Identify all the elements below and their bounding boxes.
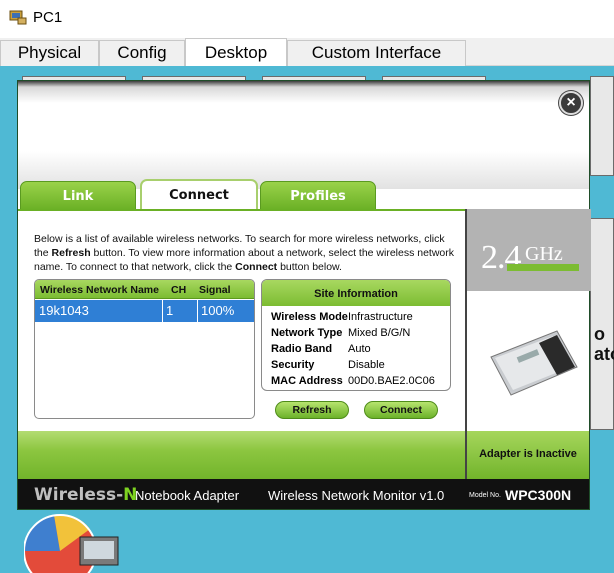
tab-connect[interactable]: Connect [140, 179, 258, 211]
lower-band [18, 431, 465, 479]
instructions-text: Below is a list of available wireless ne… [34, 233, 455, 273]
brand-logo: Wireless-N [34, 485, 138, 505]
tab-custom-interface[interactable]: Custom Interface [287, 40, 466, 66]
column-header-signal: Signal [199, 284, 231, 296]
top-tab-bar: Physical Config Desktop Custom Interface [0, 38, 614, 67]
band-unit: GHz [525, 243, 563, 265]
network-list: Wireless Network Name CH Signal 19k1043 … [34, 279, 255, 419]
band-bar [507, 264, 579, 271]
network-channel: 1 [166, 303, 174, 318]
tab-profiles[interactable]: Profiles [260, 181, 376, 211]
window-title: PC1 [33, 9, 63, 26]
refresh-word: Refresh [51, 247, 91, 259]
wireless-monitor-window: × Link Information Connect Profiles Belo… [17, 80, 591, 510]
network-row[interactable]: 19k1043 1 100% [35, 300, 254, 322]
background-window [590, 76, 614, 176]
site-information-title: Site Information [262, 280, 450, 306]
connect-button[interactable]: Connect [364, 401, 438, 419]
background-text-fragment: o [594, 324, 605, 344]
monitor-header [18, 81, 589, 189]
pc-app-icon [9, 10, 27, 25]
network-signal: 100% [201, 303, 235, 318]
product-name: Notebook Adapter [135, 488, 240, 503]
column-header-channel: CH [171, 284, 187, 296]
monitor-footer: Wireless-N Notebook Adapter Wireless Net… [18, 479, 589, 509]
app-name: Wireless Network Monitor v1.0 [268, 488, 445, 503]
desktop-app-icon[interactable] [24, 507, 124, 573]
model-label: Model No. [469, 492, 501, 499]
title-bar: PC1 [0, 0, 614, 38]
tab-desktop[interactable]: Desktop [185, 38, 287, 67]
connect-word: Connect [235, 261, 278, 273]
network-list-header: Wireless Network Name CH Signal [35, 280, 254, 299]
tab-config[interactable]: Config [99, 40, 185, 66]
site-information-panel: Site Information Wireless Mode Infrastruc… [261, 279, 451, 391]
refresh-button[interactable]: Refresh [275, 401, 349, 419]
network-name: 19k1043 [39, 303, 89, 318]
model-number: WPC300N [505, 487, 572, 503]
column-header-name: Wireless Network Name [40, 284, 159, 296]
adapter-status: Adapter is Inactive [465, 431, 589, 479]
close-icon[interactable]: × [559, 91, 583, 115]
band-number: 2.4 [481, 239, 521, 276]
band-badge: 2.4 GHz [467, 209, 591, 291]
tab-physical[interactable]: Physical [0, 40, 99, 66]
wireless-card-icon [490, 330, 578, 396]
background-text-fragment: ato [594, 344, 614, 364]
tab-link-information[interactable]: Link Information [20, 181, 136, 234]
